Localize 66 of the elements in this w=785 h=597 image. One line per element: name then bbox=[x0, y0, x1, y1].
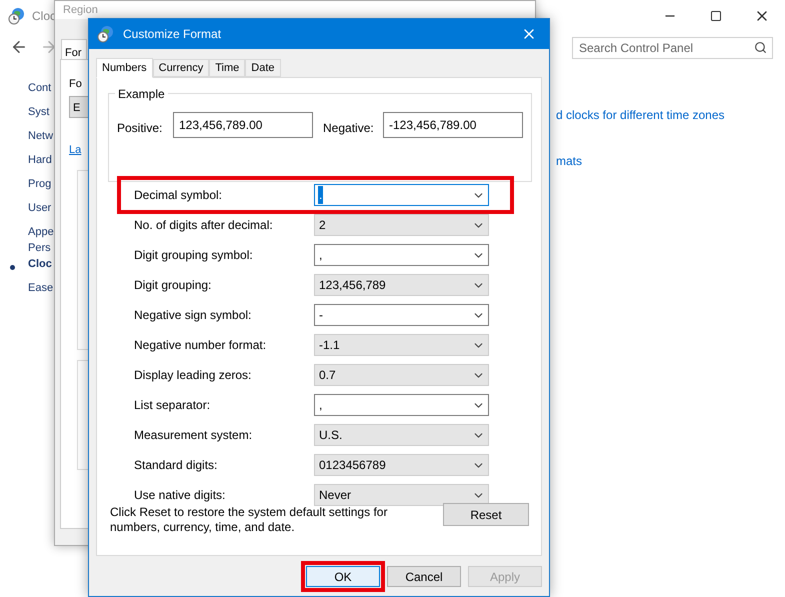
link[interactable]: d clocks for different time zones bbox=[556, 106, 725, 124]
sidebar-link[interactable]: Syst bbox=[28, 104, 50, 120]
dropdown-value: , bbox=[318, 247, 324, 264]
dropdown[interactable]: 123,456,789 bbox=[314, 274, 489, 296]
dropdown[interactable]: 0.7 bbox=[314, 364, 489, 386]
tab[interactable]: Numbers bbox=[96, 58, 153, 78]
dropdown-value: 0.7 bbox=[318, 367, 337, 384]
dropdown-value: , bbox=[318, 397, 324, 414]
sidebar-link[interactable]: Appe Pers bbox=[28, 224, 54, 256]
sidebar-link[interactable]: Ease bbox=[28, 280, 54, 296]
sidebar-link[interactable]: Cont bbox=[28, 80, 52, 96]
negative-field: -123,456,789.00 bbox=[383, 112, 523, 138]
dropdown[interactable]: 0123456789 bbox=[314, 454, 489, 476]
setting-label: No. of digits after decimal: bbox=[133, 217, 274, 234]
format-label: Fo bbox=[69, 77, 82, 92]
sidebar-link[interactable]: User bbox=[28, 200, 52, 216]
setting-label: Use native digits: bbox=[133, 487, 226, 504]
search-field[interactable]: Search Control Panel bbox=[572, 37, 773, 59]
sidebar-link[interactable]: Hard bbox=[28, 152, 52, 168]
globe-clock-icon bbox=[97, 25, 115, 43]
dropdown-value: -1.1 bbox=[318, 337, 341, 354]
setting-label: Negative sign symbol: bbox=[133, 307, 252, 324]
dropdown-value: . bbox=[318, 186, 324, 204]
link[interactable]: mats bbox=[556, 152, 582, 170]
reset-note: Click Reset to restore the system default settings for numbers, currency, time, and date. bbox=[110, 505, 388, 535]
current-bullet-icon bbox=[10, 265, 15, 270]
dropdown-value: - bbox=[318, 307, 324, 324]
sidebar-link[interactable]: Cloc bbox=[28, 256, 52, 272]
field-label: Positive: bbox=[117, 120, 162, 137]
search-icon bbox=[754, 41, 767, 54]
tab[interactable]: Date bbox=[245, 59, 281, 77]
dropdown[interactable]: U.S. bbox=[314, 424, 489, 446]
dropdown[interactable]: Never bbox=[314, 484, 489, 506]
setting-label: Digit grouping: bbox=[133, 277, 212, 294]
dropdown[interactable]: . bbox=[314, 184, 489, 206]
dropdown-value: 2 bbox=[318, 217, 327, 234]
sidebar-link[interactable]: Prog bbox=[28, 176, 52, 192]
dropdown[interactable]: -1.1 bbox=[314, 334, 489, 356]
back-icon[interactable] bbox=[10, 38, 28, 56]
reset-button[interactable]: Reset bbox=[443, 503, 529, 526]
positive-field: 123,456,789.00 bbox=[173, 112, 313, 138]
tab[interactable]: Time bbox=[209, 59, 246, 77]
dropdown[interactable]: , bbox=[314, 244, 489, 266]
link[interactable]: La bbox=[69, 142, 82, 158]
sidebar-link[interactable]: Netw bbox=[28, 128, 54, 144]
setting-label: Decimal symbol: bbox=[133, 187, 224, 204]
dropdown-value: U.S. bbox=[318, 427, 344, 444]
dropdown[interactable]: 2 bbox=[314, 214, 489, 236]
setting-label: Measurement system: bbox=[133, 427, 254, 444]
maximize-icon[interactable] bbox=[710, 10, 722, 22]
setting-label: Negative number format: bbox=[133, 337, 268, 354]
globe-clock-icon bbox=[8, 7, 26, 25]
window-title: Region bbox=[63, 4, 98, 16]
dropdown[interactable]: - bbox=[314, 304, 489, 326]
setting-label: List separator: bbox=[133, 397, 212, 414]
tab[interactable]: Currency bbox=[152, 59, 210, 77]
setting-label: Display leading zeros: bbox=[133, 367, 252, 384]
dropdown-value: Never bbox=[318, 487, 352, 504]
setting-label: Digit grouping symbol: bbox=[133, 247, 254, 264]
window-title: Customize Format bbox=[123, 26, 222, 43]
field-label: Negative: bbox=[323, 120, 374, 137]
dropdown-value: 0123456789 bbox=[318, 457, 387, 474]
setting-label: Standard digits: bbox=[133, 457, 218, 474]
dialog-button[interactable]: Cancel bbox=[387, 566, 461, 587]
dropdown[interactable]: , bbox=[314, 394, 489, 416]
dropdown-value: 123,456,789 bbox=[318, 277, 387, 294]
